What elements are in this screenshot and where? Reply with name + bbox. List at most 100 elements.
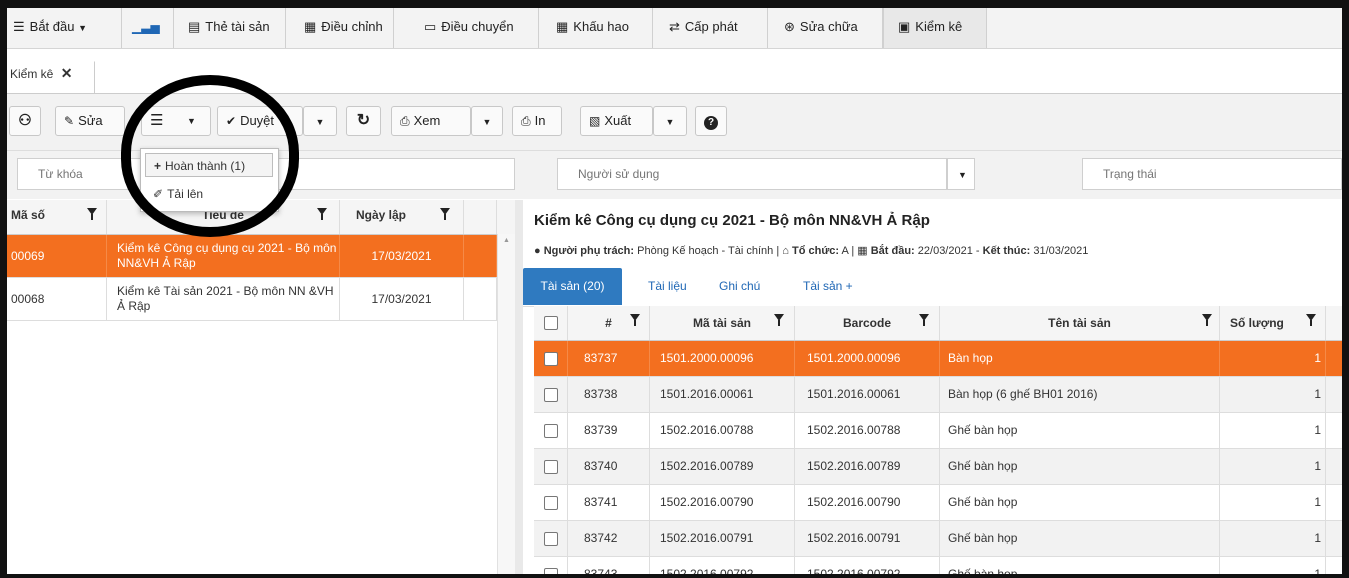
laptop-icon: ▭ — [424, 19, 437, 34]
nav-depreciation-label: Khấu hao — [573, 19, 629, 34]
row-qty: 1 — [1220, 413, 1326, 448]
table-row[interactable]: 83739 1502.2016.00788 1502.2016.00788 Gh… — [534, 413, 1342, 449]
filter-icon[interactable] — [1202, 314, 1212, 326]
nav-asset-card[interactable]: ▤ Thẻ tài sản — [174, 8, 286, 48]
row-checkbox[interactable] — [544, 496, 558, 510]
col-code-header[interactable]: Mã tài sản — [650, 306, 795, 340]
row-code: 1502.2016.00788 — [650, 413, 795, 448]
row-barcode: 1501.2000.00096 — [795, 341, 940, 376]
tab-inventory-label: Kiểm kê — [10, 67, 54, 81]
row-code: 00068 — [7, 278, 107, 320]
col-barcode-header[interactable]: Barcode — [795, 306, 940, 340]
table-row[interactable]: 83741 1502.2016.00790 1502.2016.00790 Gh… — [534, 485, 1342, 521]
print-button[interactable]: ⎙ In — [512, 106, 562, 136]
row-date: 17/03/2021 — [340, 278, 464, 320]
nav-adjust[interactable]: ▦ Điều chỉnh — [286, 8, 394, 48]
row-checkbox[interactable] — [544, 568, 558, 574]
help-button[interactable]: ? — [695, 106, 727, 136]
export-dropdown-button[interactable]: ▼ — [653, 106, 687, 136]
row-qty: 1 — [1220, 485, 1326, 520]
nav-transfer[interactable]: ▭ Điều chuyển — [394, 8, 539, 48]
filter-icon[interactable] — [774, 314, 784, 326]
binoculars-icon: ⚇ — [18, 112, 32, 129]
table-row[interactable]: 00068 Kiểm kê Tài sản 2021 - Bộ môn NN &… — [7, 278, 497, 321]
nav-repair[interactable]: ⊛ Sửa chữa — [768, 8, 883, 48]
row-name: Ghế bàn họp — [940, 557, 1220, 574]
tab-documents[interactable]: Tài liệu — [648, 268, 687, 305]
row-barcode: 1501.2016.00061 — [795, 377, 940, 412]
table-icon: ▦ — [556, 19, 569, 34]
row-checkbox[interactable] — [544, 532, 558, 546]
nav-inventory[interactable]: ▣ Kiểm kê — [883, 8, 987, 48]
row-code: 1501.2000.00096 — [650, 341, 795, 376]
row-title: Kiểm kê Công cụ dụng cụ 2021 - Bộ môn NN… — [107, 235, 340, 277]
row-checkbox[interactable] — [544, 388, 558, 402]
user-input[interactable] — [557, 158, 947, 190]
col-id-header[interactable]: # — [568, 306, 650, 340]
table-row[interactable]: 83743 1502.2016.00792 1502.2016.00792 Gh… — [534, 557, 1342, 574]
tab-assets-plus[interactable]: Tài sản + — [803, 268, 853, 305]
refresh-button[interactable]: ↻ — [346, 106, 381, 136]
search-button[interactable]: ⚇ — [9, 106, 41, 136]
filter-icon[interactable] — [919, 314, 929, 326]
tab-inventory[interactable]: Kiểm kê ✕ — [7, 61, 95, 93]
tab-notes[interactable]: Ghi chú — [719, 268, 760, 305]
row-checkbox[interactable] — [544, 460, 558, 474]
row-select-cell — [534, 521, 568, 556]
row-id: 83743 — [568, 557, 650, 574]
scroll-up-icon[interactable]: ▲ — [503, 237, 510, 244]
filter-icon[interactable] — [630, 314, 640, 326]
tab-assets[interactable]: Tài sản (20) — [523, 268, 622, 305]
export-button[interactable]: ▧ Xuất — [580, 106, 653, 136]
row-checkbox[interactable] — [544, 424, 558, 438]
table-row[interactable]: 83738 1501.2016.00061 1501.2016.00061 Bà… — [534, 377, 1342, 413]
table-row[interactable]: 83742 1502.2016.00791 1502.2016.00791 Gh… — [534, 521, 1342, 557]
card-icon: ▤ — [188, 19, 201, 34]
row-id: 83738 — [568, 377, 650, 412]
highlight-ring — [121, 75, 299, 237]
nav-start[interactable]: ☰ Bắt đầu ▼ — [7, 8, 122, 48]
table-row[interactable]: 00069 Kiểm kê Công cụ dụng cụ 2021 - Bộ … — [7, 235, 497, 278]
status-input[interactable] — [1082, 158, 1342, 190]
filter-icon[interactable] — [1306, 314, 1316, 326]
nav-repair-label: Sửa chữa — [799, 19, 858, 34]
caret-down-icon: ▼ — [315, 117, 325, 127]
col-barcode-label: Barcode — [842, 316, 892, 330]
nav-allocation[interactable]: ⇄ Cấp phát — [653, 8, 768, 48]
org-value: A — [841, 245, 849, 257]
user-dropdown-toggle[interactable]: ▼ — [947, 158, 975, 190]
view-label: Xem — [413, 113, 441, 128]
filter-icon[interactable] — [87, 208, 97, 220]
close-icon[interactable]: ✕ — [61, 65, 73, 81]
row-select-cell — [534, 413, 568, 448]
excel-icon: ▧ — [589, 114, 601, 128]
filter-icon[interactable] — [440, 208, 450, 220]
row-id: 83741 — [568, 485, 650, 520]
table-row[interactable]: 83740 1502.2016.00789 1502.2016.00789 Gh… — [534, 449, 1342, 485]
select-all-checkbox[interactable] — [544, 316, 558, 330]
col-date-header[interactable]: Ngày lập — [340, 200, 464, 234]
nav-depreciation[interactable]: ▦ Khấu hao — [539, 8, 653, 48]
col-code-header[interactable]: Mã số — [7, 200, 107, 234]
view-button[interactable]: ⎙ Xem — [391, 106, 471, 136]
left-scrollbar[interactable]: ▲ — [497, 234, 516, 574]
edit-button[interactable]: ✎ Sửa — [55, 106, 125, 136]
col-name-header[interactable]: Tên tài sản — [940, 306, 1220, 340]
row-checkbox[interactable] — [544, 352, 558, 366]
panel-divider[interactable] — [515, 200, 523, 574]
user-icon: ● — [534, 245, 541, 257]
row-id: 83739 — [568, 413, 650, 448]
table-row[interactable]: 83737 1501.2000.00096 1501.2000.00096 Bà… — [534, 341, 1342, 377]
edit-label: Sửa — [78, 113, 103, 128]
col-qty-header[interactable]: Số lượng — [1220, 306, 1326, 340]
row-code: 1502.2016.00789 — [650, 449, 795, 484]
menu-icon: ☰ — [13, 19, 25, 34]
nav-reports[interactable]: ▁▃▅ — [122, 8, 174, 48]
row-date: 17/03/2021 — [340, 235, 464, 277]
caret-down-icon: ▼ — [665, 117, 675, 127]
view-dropdown-button[interactable]: ▼ — [471, 106, 503, 136]
approve-dropdown-button[interactable]: ▼ — [303, 106, 337, 136]
exchange-icon: ⇄ — [669, 19, 680, 34]
pencil-icon: ✎ — [64, 114, 75, 128]
filter-icon[interactable] — [317, 208, 327, 220]
